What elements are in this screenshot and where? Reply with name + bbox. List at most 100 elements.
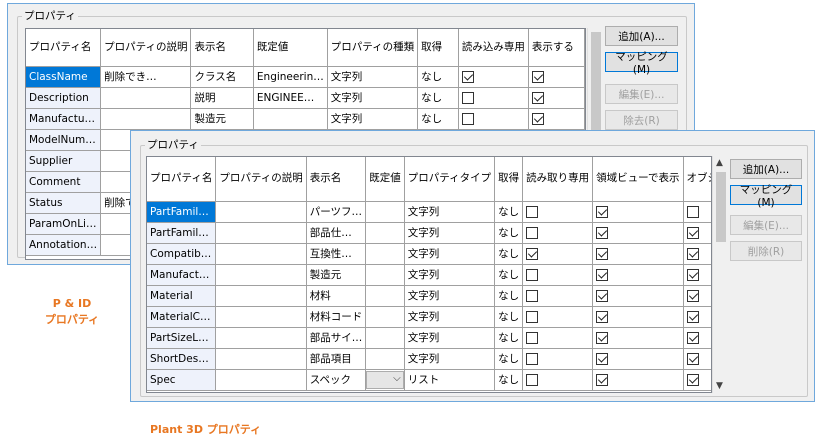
column-header[interactable]: 読み取り専用: [522, 157, 594, 202]
checkbox-cell[interactable]: [528, 66, 585, 88]
checkbox-cell[interactable]: [683, 243, 711, 265]
checkbox-cell[interactable]: [592, 369, 684, 391]
checkbox-cell[interactable]: [458, 66, 529, 88]
table-cell[interactable]: [365, 285, 405, 307]
table-row[interactable]: Compatib… 互換性… 文字列 なし: [147, 243, 711, 265]
table-cell[interactable]: 製造元: [306, 264, 367, 286]
scroll-down-icon[interactable]: ▼: [716, 381, 723, 391]
checkbox-cell[interactable]: [592, 201, 684, 223]
checkbox-cell[interactable]: [683, 348, 711, 370]
table-cell[interactable]: [215, 243, 307, 265]
checkbox[interactable]: [686, 247, 699, 260]
p3d-vertical-scrollbar[interactable]: ▲ ▼: [712, 156, 727, 393]
column-header[interactable]: 領域ビューで表示: [592, 157, 684, 202]
table-cell[interactable]: [215, 264, 307, 286]
property-name-cell[interactable]: ModelNum…: [26, 129, 102, 151]
p3d-edit-button[interactable]: 編集(E)...: [730, 215, 802, 235]
table-cell[interactable]: なし: [494, 243, 524, 265]
column-header[interactable]: 読み込み専用: [458, 29, 529, 67]
checkbox[interactable]: [596, 352, 609, 365]
checkbox[interactable]: [526, 310, 539, 323]
table-row[interactable]: Description 説明 ENGINEE… 文字列 なし: [26, 87, 585, 109]
table-cell[interactable]: パーツフ…: [306, 201, 367, 223]
table-cell[interactable]: [100, 87, 192, 109]
checkbox[interactable]: [686, 289, 699, 302]
property-name-cell[interactable]: Manufactu…: [26, 108, 102, 130]
column-header[interactable]: プロパティタイプ: [404, 157, 496, 202]
table-row[interactable]: ClassName 削除でき… クラス名 Engineerin… 文字列 なし: [26, 66, 585, 88]
checkbox[interactable]: [461, 91, 474, 104]
table-cell[interactable]: なし: [494, 264, 524, 286]
checkbox-cell[interactable]: [522, 264, 594, 286]
checkbox-cell[interactable]: [458, 87, 529, 109]
checkbox-cell[interactable]: [592, 243, 684, 265]
checkbox-cell[interactable]: [458, 108, 529, 130]
column-header[interactable]: プロパティの説明: [215, 157, 307, 202]
column-header[interactable]: プロパティ名: [26, 29, 102, 67]
table-cell[interactable]: [365, 222, 405, 244]
property-name-cell[interactable]: ParamOnLi…: [26, 213, 102, 235]
pid-edit-button[interactable]: 編集(E)...: [605, 84, 678, 104]
table-cell[interactable]: ENGINEE…: [253, 87, 328, 109]
checkbox[interactable]: [686, 226, 699, 239]
checkbox[interactable]: [686, 268, 699, 281]
column-header[interactable]: 既定値: [253, 29, 328, 67]
property-name-cell[interactable]: Spec: [147, 369, 217, 391]
checkbox-cell[interactable]: [522, 327, 594, 349]
table-cell[interactable]: 文字列: [404, 201, 496, 223]
table-cell[interactable]: 材料: [306, 285, 367, 307]
table-cell[interactable]: [365, 306, 405, 328]
property-name-cell[interactable]: MaterialC…: [147, 306, 217, 328]
checkbox-cell[interactable]: [683, 306, 711, 328]
checkbox[interactable]: [596, 289, 609, 302]
checkbox[interactable]: [596, 331, 609, 344]
checkbox-cell[interactable]: [683, 264, 711, 286]
property-name-cell[interactable]: Annotation…: [26, 234, 102, 256]
checkbox-cell[interactable]: [528, 87, 585, 109]
table-cell[interactable]: [100, 108, 192, 130]
table-cell[interactable]: [253, 108, 328, 130]
table-cell[interactable]: なし: [494, 222, 524, 244]
table-row[interactable]: PartSizeL… 部品サイ… 文字列 なし: [147, 327, 711, 349]
p3d-add-button[interactable]: 追加(A)...: [730, 159, 802, 179]
table-cell[interactable]: 文字列: [404, 264, 496, 286]
checkbox[interactable]: [686, 352, 699, 365]
table-cell[interactable]: [365, 264, 405, 286]
table-cell[interactable]: [215, 327, 307, 349]
table-cell[interactable]: 部品仕…: [306, 222, 367, 244]
checkbox-cell[interactable]: [592, 222, 684, 244]
default-value-cell[interactable]: ⌵: [365, 369, 405, 391]
checkbox[interactable]: [686, 331, 699, 344]
table-cell[interactable]: [215, 369, 307, 391]
p3d-delete-button[interactable]: 削除(R): [730, 241, 802, 261]
checkbox-cell[interactable]: [522, 348, 594, 370]
property-name-cell[interactable]: Supplier: [26, 150, 102, 172]
checkbox-cell[interactable]: [683, 369, 711, 391]
table-cell[interactable]: 文字列: [327, 108, 419, 130]
table-cell[interactable]: 文字列: [327, 66, 419, 88]
checkbox[interactable]: [526, 247, 539, 260]
checkbox[interactable]: [526, 289, 539, 302]
table-cell[interactable]: 材料コード: [306, 306, 367, 328]
checkbox[interactable]: [531, 70, 544, 83]
checkbox[interactable]: [596, 373, 609, 386]
table-row[interactable]: Material 材料 文字列 なし: [147, 285, 711, 307]
checkbox[interactable]: [531, 112, 544, 125]
checkbox-cell[interactable]: [683, 327, 711, 349]
table-cell[interactable]: 文字列: [327, 87, 419, 109]
table-cell[interactable]: なし: [494, 327, 524, 349]
checkbox-cell[interactable]: [522, 201, 594, 223]
column-header[interactable]: プロパティ名: [147, 157, 217, 202]
table-cell[interactable]: 文字列: [404, 327, 496, 349]
column-header[interactable]: 既定値: [365, 157, 405, 202]
pid-mapping-button[interactable]: マッピング(M): [605, 51, 678, 76]
table-cell[interactable]: リスト: [404, 369, 496, 391]
table-cell[interactable]: 文字列: [404, 348, 496, 370]
table-row[interactable]: MaterialC… 材料コード 文字列 なし: [147, 306, 711, 328]
checkbox[interactable]: [531, 91, 544, 104]
column-header[interactable]: 表示名: [190, 29, 254, 67]
checkbox[interactable]: [526, 331, 539, 344]
checkbox[interactable]: [686, 310, 699, 323]
table-cell[interactable]: 文字列: [404, 285, 496, 307]
checkbox-cell[interactable]: [683, 222, 711, 244]
